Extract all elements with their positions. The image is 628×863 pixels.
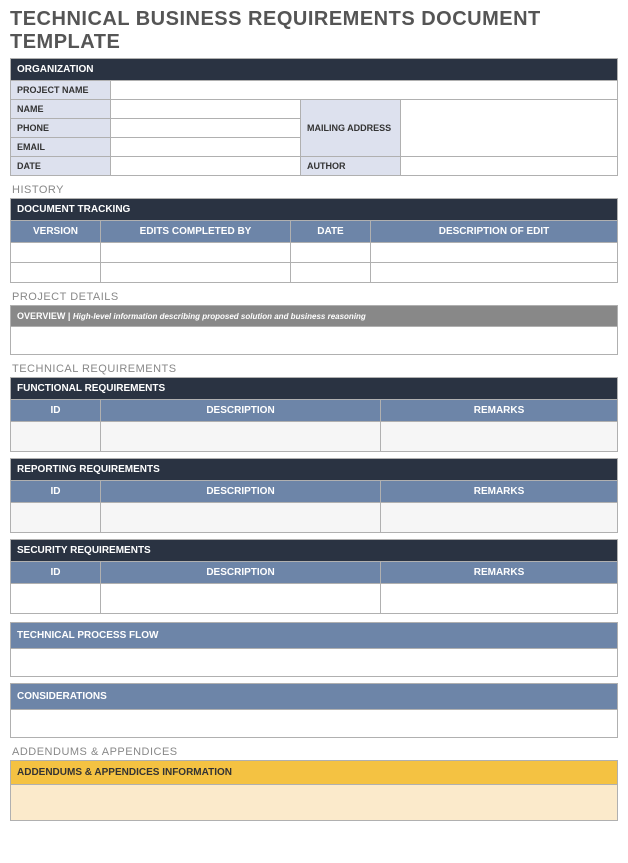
label-project-name: PROJECT NAME	[11, 81, 111, 100]
field-author[interactable]	[401, 157, 618, 176]
considerations-header: CONSIDERATIONS	[11, 684, 618, 710]
table-row[interactable]	[11, 263, 618, 283]
overview-hint: High-level information describing propos…	[73, 312, 366, 321]
security-header: SECURITY REQUIREMENTS	[11, 540, 618, 562]
col-desc: DESCRIPTION	[101, 400, 381, 422]
considerations-table: CONSIDERATIONS	[10, 683, 618, 738]
col-remarks: REMARKS	[381, 562, 618, 584]
label-date: DATE	[11, 157, 111, 176]
history-table: DOCUMENT TRACKING VERSION EDITS COMPLETE…	[10, 198, 618, 283]
col-edits: EDITS COMPLETED BY	[101, 221, 291, 243]
tracking-header: DOCUMENT TRACKING	[11, 199, 618, 221]
overview-header: OVERVIEW | High-level information descri…	[11, 306, 618, 327]
field-project-name[interactable]	[111, 81, 618, 100]
field-date[interactable]	[111, 157, 301, 176]
label-phone: PHONE	[11, 119, 111, 138]
functional-table: FUNCTIONAL REQUIREMENTS ID DESCRIPTION R…	[10, 377, 618, 452]
addendums-table: ADDENDUMS & APPENDICES INFORMATION	[10, 760, 618, 821]
col-remarks: REMARKS	[381, 481, 618, 503]
col-version: VERSION	[11, 221, 101, 243]
flow-field[interactable]	[11, 649, 618, 677]
overview-field[interactable]	[11, 327, 618, 355]
considerations-field[interactable]	[11, 710, 618, 738]
overview-label: OVERVIEW |	[17, 311, 70, 321]
label-author: AUTHOR	[301, 157, 401, 176]
details-label: PROJECT DETAILS	[12, 291, 618, 303]
table-row[interactable]	[11, 243, 618, 263]
tech-label: TECHNICAL REQUIREMENTS	[12, 363, 618, 375]
flow-table: TECHNICAL PROCESS FLOW	[10, 622, 618, 677]
addendums-header: ADDENDUMS & APPENDICES INFORMATION	[11, 761, 618, 785]
organization-table: ORGANIZATION PROJECT NAME NAME MAILING A…	[10, 58, 618, 176]
col-id: ID	[11, 481, 101, 503]
flow-header: TECHNICAL PROCESS FLOW	[11, 623, 618, 649]
label-email: EMAIL	[11, 138, 111, 157]
table-row[interactable]	[11, 422, 618, 452]
label-name: NAME	[11, 100, 111, 119]
addendums-field[interactable]	[11, 785, 618, 821]
reporting-header: REPORTING REQUIREMENTS	[11, 459, 618, 481]
col-remarks: REMARKS	[381, 400, 618, 422]
security-table: SECURITY REQUIREMENTS ID DESCRIPTION REM…	[10, 539, 618, 614]
table-row[interactable]	[11, 584, 618, 614]
details-table: OVERVIEW | High-level information descri…	[10, 305, 618, 355]
col-date: DATE	[291, 221, 371, 243]
addendums-label: ADDENDUMS & APPENDICES	[12, 746, 618, 758]
field-phone[interactable]	[111, 119, 301, 138]
label-mailing-address: MAILING ADDRESS	[301, 100, 401, 157]
col-desc: DESCRIPTION OF EDIT	[371, 221, 618, 243]
page-title: TECHNICAL BUSINESS REQUIREMENTS DOCUMENT…	[10, 8, 618, 54]
col-id: ID	[11, 400, 101, 422]
col-desc: DESCRIPTION	[101, 481, 381, 503]
organization-header: ORGANIZATION	[11, 59, 618, 81]
col-desc: DESCRIPTION	[101, 562, 381, 584]
field-name[interactable]	[111, 100, 301, 119]
field-mailing-address[interactable]	[401, 100, 618, 157]
field-email[interactable]	[111, 138, 301, 157]
col-id: ID	[11, 562, 101, 584]
reporting-table: REPORTING REQUIREMENTS ID DESCRIPTION RE…	[10, 458, 618, 533]
functional-header: FUNCTIONAL REQUIREMENTS	[11, 378, 618, 400]
history-label: HISTORY	[12, 184, 618, 196]
table-row[interactable]	[11, 503, 618, 533]
